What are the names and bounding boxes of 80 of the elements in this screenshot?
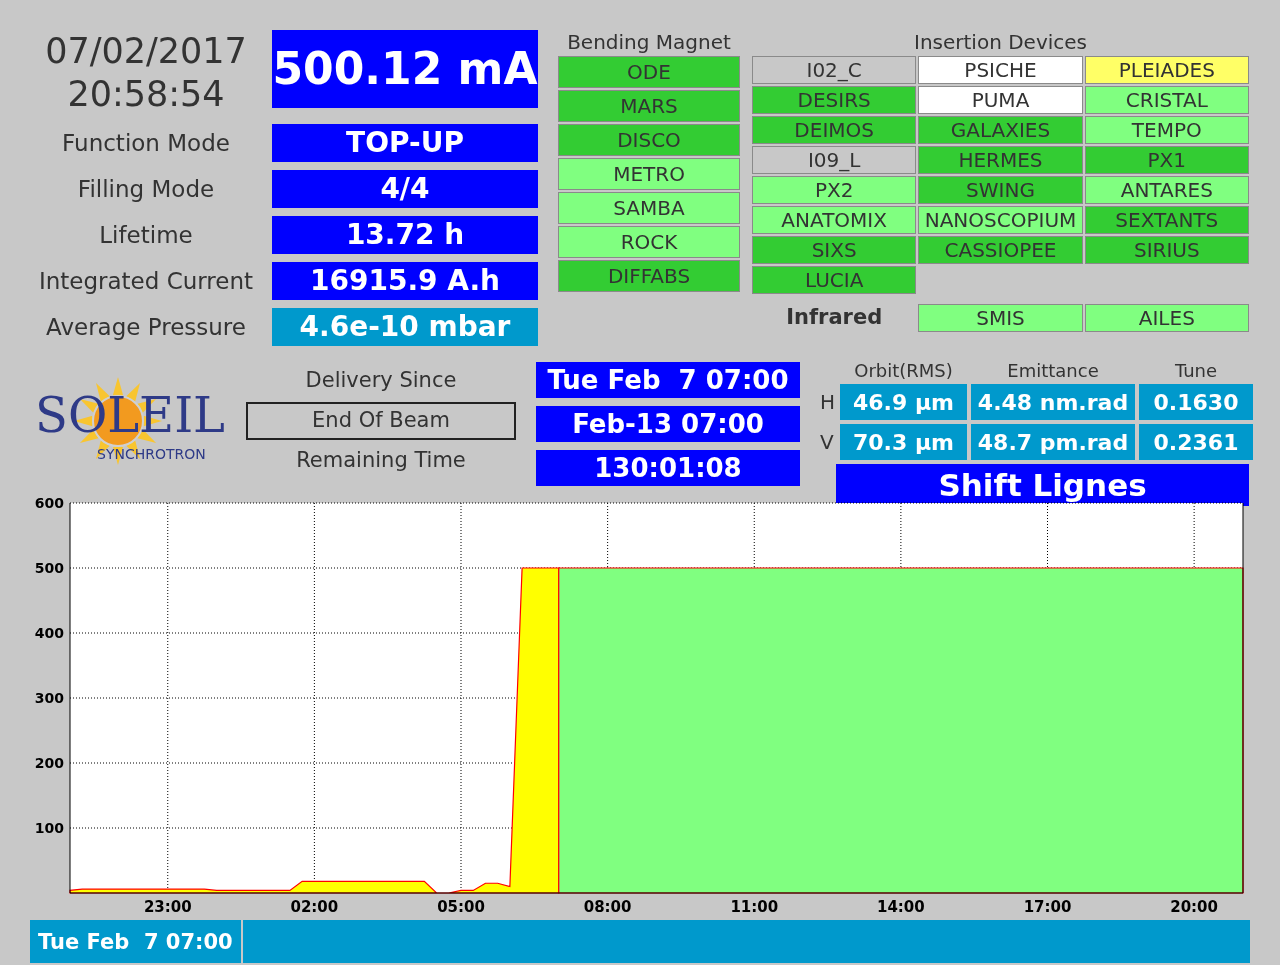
column-header: Tune (1173, 358, 1219, 383)
beamline-status: MARS (558, 90, 740, 122)
beamline-status: DIFFABS (558, 260, 740, 292)
parameter-value: 4.6e-10 mbar (272, 308, 538, 346)
delivery-label: Delivery Since (304, 367, 458, 395)
x-tick-label: 17:00 (1023, 898, 1072, 915)
stat-value: 0.1630 (1139, 384, 1253, 420)
beamline-status: PX2 (752, 176, 917, 204)
beamline-status: ROCK (558, 226, 740, 258)
parameter-label: Integrated Current (37, 266, 255, 296)
stat-value: 4.48 nm.rad (971, 384, 1135, 420)
beamline-status: CRISTAL (1084, 86, 1249, 114)
beamline-status: SEXTANTS (1084, 206, 1249, 234)
section-title: Infrared (785, 304, 884, 332)
mode-display: Shift Lignes (836, 464, 1249, 506)
beamline-status: AILES (1084, 304, 1249, 332)
parameter-label: Filling Mode (76, 174, 216, 204)
column-header: Emittance (1006, 358, 1100, 383)
beamline-status: I02_C (752, 56, 917, 84)
y-tick-label: 200 (34, 755, 64, 771)
x-tick-label: 23:00 (143, 898, 192, 915)
delivery-value: Tue Feb 7 07:00 (536, 362, 800, 398)
y-tick-label: 500 (34, 560, 64, 576)
beamline-status: GALAXIES (918, 116, 1083, 144)
beamline-status: PSICHE (918, 56, 1083, 84)
parameter-label: Average Pressure (45, 312, 247, 342)
stat-value: 46.9 µm (840, 384, 967, 420)
stat-value: 0.2361 (1139, 424, 1253, 460)
beamline-status: DISCO (558, 124, 740, 156)
delivery-label: End Of Beam (246, 402, 516, 440)
section-title: Insertion Devices (913, 30, 1088, 54)
beamline-status: ANATOMIX (752, 206, 917, 234)
x-tick-label: 02:00 (290, 898, 339, 915)
beamline-status: DESIRS (752, 86, 917, 114)
beamline-status: LUCIA (752, 266, 917, 294)
y-tick-label: 600 (34, 495, 64, 511)
beamline-status: METRO (558, 158, 740, 190)
x-tick-label: 11:00 (730, 898, 779, 915)
x-tick-label: 05:00 (437, 898, 485, 915)
parameter-value: 4/4 (272, 170, 538, 208)
x-tick-label: 20:00 (1170, 898, 1218, 915)
status-date: Tue Feb 7 07:00 (37, 928, 234, 956)
beamline-status: NANOSCOPIUM (918, 206, 1083, 234)
beamline-status: DEIMOS (752, 116, 917, 144)
delivery-label: Remaining Time (295, 447, 467, 475)
beamline-status: ODE (558, 56, 740, 88)
parameter-label: Function Mode (61, 128, 231, 158)
parameter-value: TOP-UP (272, 124, 538, 162)
beamline-status: I09_L (752, 146, 917, 174)
beamline-status: SIRIUS (1084, 236, 1249, 264)
stat-value: 70.3 µm (840, 424, 967, 460)
beamline-status: PUMA (918, 86, 1083, 114)
beamline-status: SWING (918, 176, 1083, 204)
beamline-status: SMIS (918, 304, 1083, 332)
plane-label: V (820, 429, 835, 456)
beamline-status: PLEIADES (1084, 56, 1249, 84)
beamline-status: CASSIOPEE (918, 236, 1083, 264)
y-tick-label: 100 (34, 820, 64, 836)
beamline-status: TEMPO (1084, 116, 1249, 144)
beamline-status: ANTARES (1084, 176, 1249, 204)
column-header: Orbit(RMS) (853, 358, 954, 383)
delivery-value: Feb-13 07:00 (536, 406, 800, 442)
date-text: 07/02/2017 (45, 30, 247, 73)
section-title: Bending Magnet (566, 30, 732, 54)
parameter-value: 13.72 h (272, 216, 538, 254)
beam-current-display: 500.12 mA (272, 30, 538, 108)
y-tick-label: 400 (34, 625, 64, 641)
stat-value: 48.7 pm.rad (971, 424, 1135, 460)
x-tick-label: 08:00 (583, 898, 632, 915)
beamline-status: HERMES (918, 146, 1083, 174)
delivery-value: 130:01:08 (536, 450, 800, 486)
beamline-status: SAMBA (558, 192, 740, 224)
plane-label: H (820, 389, 836, 416)
x-tick-label: 14:00 (877, 898, 925, 915)
time-text: 20:58:54 (67, 73, 225, 116)
parameter-label: Lifetime (98, 220, 194, 250)
beamline-status: PX1 (1084, 146, 1249, 174)
beamline-status: SIXS (752, 236, 917, 264)
parameter-value: 16915.9 A.h (272, 262, 538, 300)
y-tick-label: 300 (34, 690, 64, 706)
